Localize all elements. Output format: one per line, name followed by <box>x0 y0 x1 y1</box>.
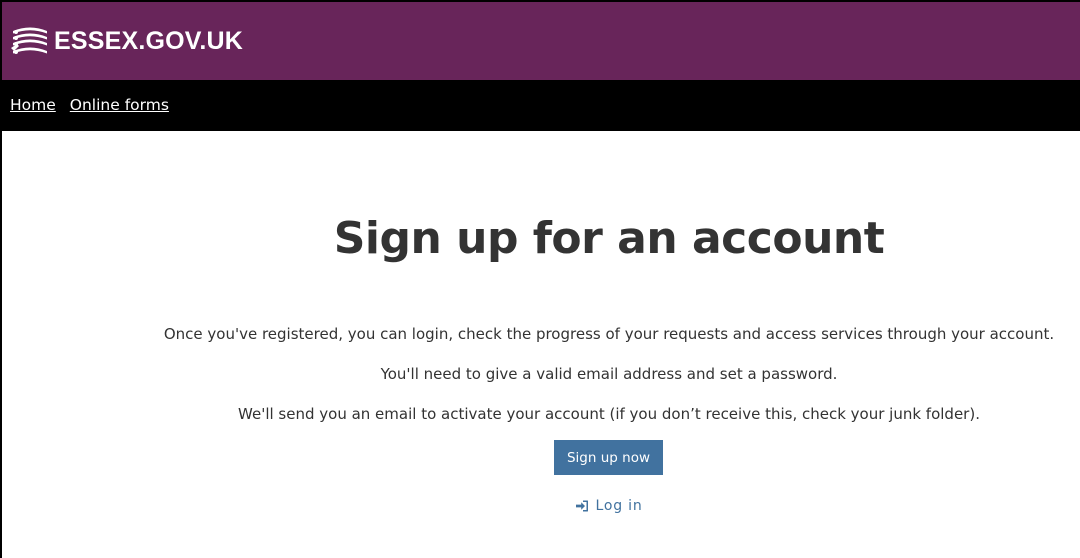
main-content: Sign up for an account Once you've regis… <box>2 131 1080 558</box>
browser-frame: ESSEX.GOV.UK Home Online forms Sign up f… <box>0 0 1080 558</box>
intro-paragraph-2: You'll need to give a valid email addres… <box>380 365 838 383</box>
intro-paragraph-1: Once you've registered, you can login, c… <box>163 325 1055 343</box>
intro-paragraph-3: We'll send you an email to activate your… <box>238 405 980 423</box>
log-in-link[interactable]: Log in <box>542 498 676 514</box>
site-header: ESSEX.GOV.UK <box>2 2 1080 80</box>
site-name[interactable]: ESSEX.GOV.UK <box>54 28 243 54</box>
page-title: Sign up for an account <box>333 213 885 264</box>
nav-link-home[interactable]: Home <box>10 97 56 114</box>
essex-logo-icon[interactable] <box>10 24 50 58</box>
log-in-label: Log in <box>595 498 643 514</box>
sign-in-icon <box>576 500 589 512</box>
breadcrumb-nav: Home Online forms <box>2 80 1080 131</box>
nav-link-online-forms[interactable]: Online forms <box>70 97 169 114</box>
sign-up-now-button[interactable]: Sign up now <box>554 440 663 475</box>
